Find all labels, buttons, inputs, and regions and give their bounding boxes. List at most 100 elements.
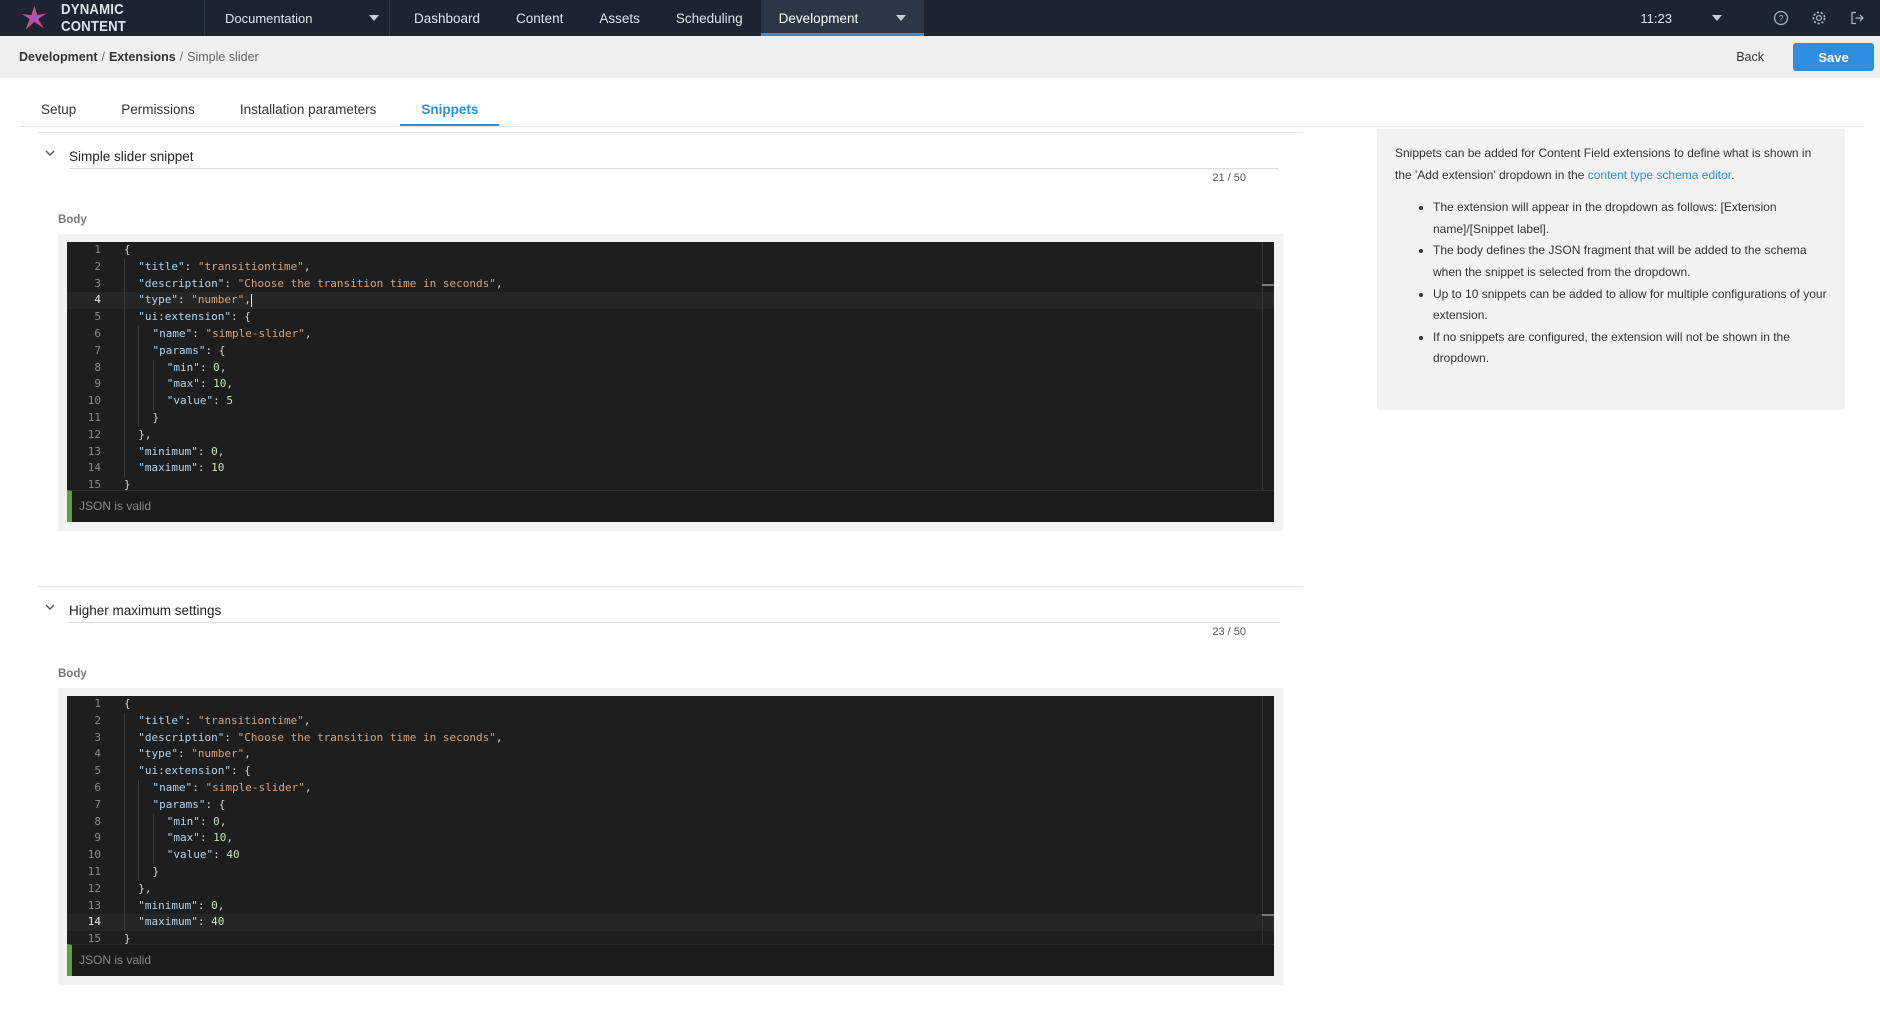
- line-number: 3: [94, 730, 101, 744]
- code-text: "value": 5: [124, 393, 233, 410]
- code-lines: 1{2 "title": "transitiontime", 3 "descrip…: [67, 696, 1274, 948]
- svg-text:?: ?: [1778, 14, 1783, 24]
- nav-assets[interactable]: Assets: [581, 0, 658, 36]
- code-editor[interactable]: 1 {2 "title": "transitiontime", 3 "descrip…: [67, 242, 1274, 522]
- chevron-down-icon[interactable]: [1712, 15, 1722, 21]
- app-name: DYNAMIC CONTENT: [60, 1, 126, 35]
- editor-scrollbar[interactable]: [1262, 696, 1274, 976]
- code-line: 8 "min": 0,: [67, 813, 1274, 831]
- help-intro-end: .: [1731, 167, 1735, 182]
- code-text: "maximum": 40: [124, 914, 224, 932]
- code-line: 4 "type": "number",: [67, 746, 1274, 764]
- code-line: 2 "title": "transitiontime",: [67, 712, 1274, 730]
- line-number: 2: [94, 713, 101, 727]
- code-text: "params": {: [124, 796, 225, 814]
- back-button[interactable]: Back: [1736, 50, 1764, 64]
- tab-installation-parameters[interactable]: Installation parameters: [219, 94, 398, 126]
- scrollbar-cursor-marker: [1262, 914, 1274, 916]
- body-editor-container: 1 {2 "title": "transitiontime", 3 "descrip…: [58, 234, 1283, 531]
- tab-setup[interactable]: Setup: [20, 94, 97, 126]
- code-line: 12 },: [67, 880, 1274, 898]
- code-text: "name": "simple-slider",: [124, 325, 311, 343]
- help-bullet: The body defines the JSON fragment that …: [1433, 240, 1827, 283]
- save-button[interactable]: Save: [1793, 43, 1874, 71]
- line-number: 11: [87, 410, 101, 424]
- code-text: "type": "number",: [124, 746, 251, 764]
- line-number: 1: [94, 697, 101, 710]
- json-validation-status: JSON is valid: [67, 490, 1274, 522]
- breadcrumb-development[interactable]: Development: [19, 50, 98, 64]
- snippet-section-1: Simple slider snippet 21 / 50 Body 1{2 "…: [38, 130, 1303, 580]
- line-number: 6: [94, 326, 101, 340]
- top-right-controls: 11:23 ?: [1640, 0, 1880, 36]
- nav-scheduling[interactable]: Scheduling: [658, 0, 761, 36]
- line-number: 4: [94, 747, 101, 761]
- nav-development[interactable]: Development: [760, 0, 925, 36]
- clock: 11:23: [1640, 10, 1672, 26]
- line-number: 5: [94, 310, 101, 324]
- code-line: 13 "minimum": 0,: [67, 897, 1274, 915]
- code-editor[interactable]: 1{2 "title": "transitiontime", 3 "descrip…: [67, 696, 1274, 976]
- code-line: 6 "name": "simple-slider",: [67, 325, 1274, 343]
- breadcrumb-separator: /: [179, 50, 184, 64]
- line-number: 2: [94, 259, 101, 273]
- extension-tabs: Setup Permissions Installation parameter…: [20, 94, 1864, 127]
- scrollbar-cursor-marker: [1262, 284, 1274, 286]
- code-line: 9 "max": 10,: [67, 376, 1274, 394]
- schema-editor-link[interactable]: content type schema editor: [1588, 168, 1731, 182]
- tab-permissions[interactable]: Permissions: [100, 94, 216, 126]
- breadcrumb-bar: Development / Extensions / Simple slider…: [0, 36, 1880, 78]
- code-text: {: [124, 243, 131, 256]
- snippets-help-panel: Snippets can be added for Content Field …: [1377, 129, 1845, 410]
- code-line: 8 "min": 0,: [67, 359, 1274, 377]
- snippet-label-input[interactable]: Simple slider snippet: [69, 147, 1279, 169]
- line-number: 8: [94, 360, 101, 374]
- hub-selector[interactable]: Documentation: [205, 0, 390, 36]
- line-number: 4: [94, 293, 101, 307]
- line-number: 7: [94, 343, 101, 357]
- code-text: "value": 40: [124, 847, 240, 864]
- code-text: },: [124, 426, 152, 444]
- chevron-down-icon[interactable]: [44, 601, 56, 613]
- code-text: "title": "transitiontime",: [124, 258, 310, 276]
- code-line: 4 "type": "number",: [67, 292, 1274, 310]
- breadcrumb-extensions[interactable]: Extensions: [109, 50, 176, 64]
- chevron-down-icon[interactable]: [44, 147, 56, 159]
- editor-scrollbar[interactable]: [1262, 242, 1274, 522]
- line-number: 10: [87, 848, 101, 862]
- logo-icon: [21, 5, 47, 30]
- tab-snippets[interactable]: Snippets: [400, 94, 500, 126]
- divider: [38, 132, 1303, 133]
- line-number: 3: [94, 276, 101, 290]
- code-line: 7 "params": {: [67, 342, 1274, 360]
- code-text: "ui:extension": {: [124, 309, 251, 326]
- settings-icon[interactable]: [1810, 9, 1828, 27]
- label-character-counter: 21 / 50: [1212, 172, 1246, 184]
- line-number: 12: [87, 427, 101, 441]
- code-text: "ui:extension": {: [124, 763, 251, 780]
- help-list: The extension will appear in the dropdow…: [1395, 197, 1827, 370]
- app-logo[interactable]: DYNAMIC CONTENT: [0, 0, 205, 36]
- logout-icon[interactable]: [1848, 9, 1866, 27]
- chevron-down-icon[interactable]: [896, 15, 907, 21]
- code-text: "type": "number",: [124, 292, 252, 310]
- nav-content[interactable]: Content: [498, 0, 581, 36]
- line-number: 1: [94, 243, 101, 256]
- code-line: 7 "params": {: [67, 796, 1274, 814]
- code-lines: 1 {2 "title": "transitiontime", 3 "descrip…: [67, 242, 1274, 494]
- code-line: 3 "description": "Choose the transition …: [67, 275, 1274, 293]
- code-text: "minimum": 0,: [124, 443, 224, 461]
- code-line: 1{: [67, 696, 1274, 713]
- line-number: 6: [94, 780, 101, 794]
- code-text: },: [124, 880, 152, 898]
- body-label: Body: [58, 668, 87, 680]
- code-line: 14 "maximum": 10: [67, 460, 1274, 478]
- code-line: 3 "description": "Choose the transition …: [67, 729, 1274, 747]
- code-line: 5 "ui:extension": {: [67, 763, 1274, 780]
- code-text: "max": 10,: [124, 830, 233, 848]
- help-icon[interactable]: ?: [1772, 9, 1790, 27]
- code-text: "title": "transitiontime",: [124, 712, 310, 730]
- snippet-label-input[interactable]: Higher maximum settings: [69, 601, 1279, 623]
- nav-dashboard[interactable]: Dashboard: [396, 0, 498, 36]
- code-line: 5 "ui:extension": {: [67, 309, 1274, 326]
